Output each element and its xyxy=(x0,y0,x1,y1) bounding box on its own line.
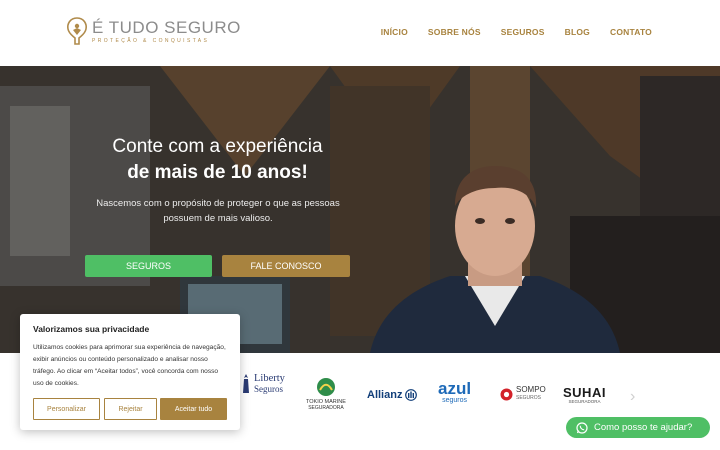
fale-conosco-button[interactable]: FALE CONOSCO xyxy=(222,255,350,277)
azul-sub: seguros xyxy=(442,397,467,404)
nav-item-sobre-nos[interactable]: SOBRE NÓS xyxy=(428,27,481,37)
logo-tagline: PROTEÇÃO & CONQUISTAS xyxy=(92,37,210,44)
customize-button[interactable]: Personalizar xyxy=(33,398,100,420)
tokio-marine-icon xyxy=(316,378,335,396)
allianz-icon xyxy=(405,389,418,401)
accept-all-button[interactable]: Aceitar tudo xyxy=(160,398,227,420)
partner-logo-allianz[interactable]: Allianz xyxy=(367,389,418,401)
liberty-sub: Seguros xyxy=(254,384,283,394)
hero-banner: Conte com a experiência de mais de 10 an… xyxy=(0,66,720,353)
hero-person-image xyxy=(370,166,620,353)
nav-item-seguros[interactable]: SEGUROS xyxy=(501,27,545,37)
chevron-right-icon[interactable]: › xyxy=(630,388,635,406)
logo[interactable]: É TUDO SEGURO PROTEÇÃO & CONQUISTAS xyxy=(66,16,241,46)
whatsapp-chat-button[interactable]: Como posso te ajudar? xyxy=(566,417,710,438)
partner-logo-suhai[interactable]: SUHAI SEGURADORA xyxy=(563,386,606,404)
nav-item-blog[interactable]: BLOG xyxy=(565,27,590,37)
cookie-consent-banner: Valorizamos sua privacidade Utilizamos c… xyxy=(20,314,240,430)
tokio-marine-sub: SEGURADORA xyxy=(308,405,344,411)
nav-item-contato[interactable]: CONTATO xyxy=(610,27,652,37)
hero-description: Nascemos com o propósito de proteger o q… xyxy=(96,198,340,224)
sompo-name: SOMPO xyxy=(516,385,546,394)
logo-text: É TUDO SEGURO PROTEÇÃO & CONQUISTAS xyxy=(92,17,241,44)
allianz-name: Allianz xyxy=(367,389,403,401)
seguros-button[interactable]: SEGUROS xyxy=(85,255,212,277)
sompo-sub: SEGUROS xyxy=(516,395,542,401)
liberty-name: Liberty xyxy=(254,373,285,384)
whatsapp-icon xyxy=(576,421,588,434)
partner-logo-sompo[interactable]: SOMPO SEGUROS xyxy=(500,386,546,402)
site-header: É TUDO SEGURO PROTEÇÃO & CONQUISTAS INÍC… xyxy=(0,0,720,66)
whatsapp-label: Como posso te ajudar? xyxy=(594,422,693,433)
cookie-text: Utilizamos cookies para aprimorar sua ex… xyxy=(33,344,226,387)
hero-title-highlight: de mais de 10 anos! xyxy=(127,162,308,183)
hero-title: Conte com a experiência xyxy=(112,136,323,157)
liberty-statue-icon xyxy=(243,374,249,393)
main-nav: INÍCIO SOBRE NÓS SEGUROS BLOG CONTATO xyxy=(381,27,652,37)
nav-item-inicio[interactable]: INÍCIO xyxy=(381,27,408,37)
sompo-icon xyxy=(500,388,513,400)
azul-name: azul xyxy=(438,379,472,398)
logo-title: É TUDO SEGURO xyxy=(92,17,241,37)
suhai-name: SUHAI xyxy=(563,385,606,400)
suhai-sub: SEGURADORA xyxy=(568,399,601,404)
cookie-title: Valorizamos sua privacidade xyxy=(33,324,150,334)
reject-button[interactable]: Rejeitar xyxy=(104,398,157,420)
partner-logo-liberty[interactable]: Liberty Seguros xyxy=(238,373,285,395)
logo-mark-icon xyxy=(67,17,87,45)
page: É TUDO SEGURO PROTEÇÃO & CONQUISTAS INÍC… xyxy=(0,0,720,450)
partner-logo-tokio-marine[interactable]: TOKIO MARINE SEGURADORA xyxy=(306,377,346,411)
partner-logo-azul[interactable]: azul seguros xyxy=(438,379,472,404)
